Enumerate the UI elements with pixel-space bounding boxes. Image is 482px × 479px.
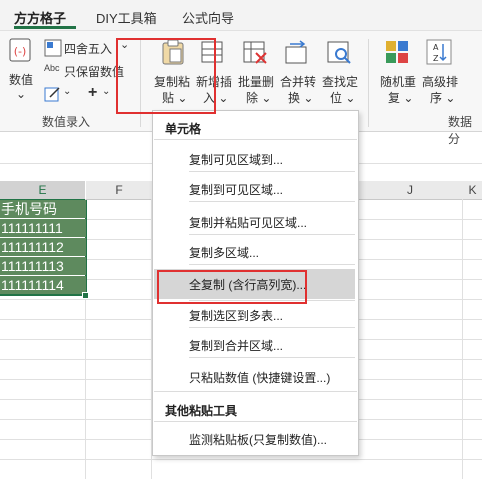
round-icon bbox=[44, 39, 62, 57]
menu-separator bbox=[154, 421, 357, 422]
keep-values-button[interactable]: 只保留数值 bbox=[64, 63, 124, 80]
menu-separator bbox=[189, 171, 355, 172]
column-header-e[interactable]: E bbox=[0, 181, 85, 201]
batch-delete-dropdown: 除 ⌄ bbox=[246, 91, 272, 105]
highlight-box-full-copy bbox=[157, 270, 307, 304]
menu-item-paste-values-only[interactable]: 只粘贴数值 (快捷键设置...) bbox=[189, 369, 330, 386]
batch-delete-label: 批量删 bbox=[238, 75, 275, 89]
active-tab-indicator bbox=[14, 26, 76, 29]
svg-text:(-): (-) bbox=[14, 45, 27, 58]
merge-icon bbox=[285, 40, 307, 64]
plus-dropdown-arrow[interactable]: ⌄ bbox=[102, 86, 110, 97]
numeric-dropdown-arrow: ⌄ bbox=[16, 87, 27, 101]
grid-line bbox=[0, 459, 482, 460]
tab-fangfanggezi[interactable]: 方方格子 bbox=[14, 8, 66, 27]
menu-item-copy-to-multi-sheets[interactable]: 复制选区到多表... bbox=[189, 307, 283, 324]
tab-diy-toolbox[interactable]: DIY工具箱 bbox=[96, 8, 157, 27]
menu-item-monitor-clipboard[interactable]: 监测粘贴板(只复制数值)... bbox=[189, 431, 327, 448]
menu-separator bbox=[189, 201, 355, 202]
menu-item-copy-paste-visible[interactable]: 复制并粘贴可见区域... bbox=[189, 214, 307, 231]
svg-text:A: A bbox=[433, 43, 439, 52]
menu-separator bbox=[154, 391, 357, 392]
column-header-j[interactable]: J bbox=[357, 181, 463, 200]
cell-phone-4[interactable]: 111111114 bbox=[0, 276, 86, 294]
menu-item-copy-visible-to[interactable]: 复制可见区域到... bbox=[189, 151, 283, 168]
find-locate-dropdown: 位 ⌄ bbox=[330, 91, 356, 105]
abc-icon: Abc bbox=[44, 63, 60, 73]
merge-convert-dropdown: 换 ⌄ bbox=[288, 91, 314, 105]
ribbon-separator bbox=[368, 39, 369, 127]
plus-button[interactable]: + bbox=[88, 84, 97, 102]
fill-handle[interactable] bbox=[82, 292, 89, 299]
menu-separator bbox=[189, 357, 355, 358]
column-header-k[interactable]: K bbox=[463, 181, 482, 200]
numeric-icon: (-) bbox=[9, 38, 31, 62]
numeric-label: 数值 bbox=[9, 73, 34, 87]
random-icon bbox=[386, 41, 408, 63]
group-label-numbers: 数值录入 bbox=[42, 115, 91, 129]
selected-range[interactable]: 手机号码 111111111 111111112 111111113 11111… bbox=[0, 200, 87, 296]
advanced-sort-dropdown: 序 ⌄ bbox=[430, 91, 456, 105]
sort-az-icon: A Z bbox=[426, 39, 452, 65]
group-label-data: 数据分 bbox=[448, 115, 473, 146]
menu-separator bbox=[189, 234, 355, 235]
edit-icon[interactable] bbox=[44, 85, 62, 103]
cell-header-phone[interactable]: 手机号码 bbox=[0, 200, 86, 218]
ribbon-tab-bar: 方方格子 DIY工具箱 公式向导 bbox=[0, 0, 482, 31]
round-button[interactable]: 四舍五入 bbox=[64, 40, 112, 57]
menu-separator bbox=[189, 327, 355, 328]
merge-convert-label: 合并转 bbox=[280, 75, 317, 89]
advanced-sort-label: 高级排 bbox=[422, 75, 459, 89]
tab-formula-wizard[interactable]: 公式向导 bbox=[182, 8, 234, 27]
menu-section-other-paste: 其他粘贴工具 bbox=[165, 404, 238, 418]
menu-separator bbox=[154, 139, 357, 140]
menu-section-cells: 单元格 bbox=[165, 122, 202, 136]
column-header-f[interactable]: F bbox=[86, 181, 152, 200]
find-locate-label: 查找定 bbox=[322, 75, 359, 89]
delete-grid-icon bbox=[243, 41, 267, 64]
find-icon bbox=[327, 41, 351, 64]
svg-text:Z: Z bbox=[433, 54, 439, 63]
edit-dropdown-arrow[interactable]: ⌄ bbox=[63, 86, 71, 97]
random-repeat-dropdown: 复 ⌄ bbox=[388, 91, 414, 105]
cell-phone-3[interactable]: 111111113 bbox=[0, 257, 86, 275]
cell-phone-2[interactable]: 111111112 bbox=[0, 238, 86, 256]
menu-item-copy-to-visible[interactable]: 复制到可见区域... bbox=[189, 181, 283, 198]
highlight-box-copy-paste bbox=[116, 38, 216, 114]
menu-item-copy-to-merged[interactable]: 复制到合并区域... bbox=[189, 337, 283, 354]
menu-separator bbox=[189, 264, 355, 265]
cell-phone-1[interactable]: 111111111 bbox=[0, 219, 86, 237]
random-repeat-label: 随机重 bbox=[380, 75, 417, 89]
menu-item-copy-multi-area[interactable]: 复制多区域... bbox=[189, 244, 259, 261]
